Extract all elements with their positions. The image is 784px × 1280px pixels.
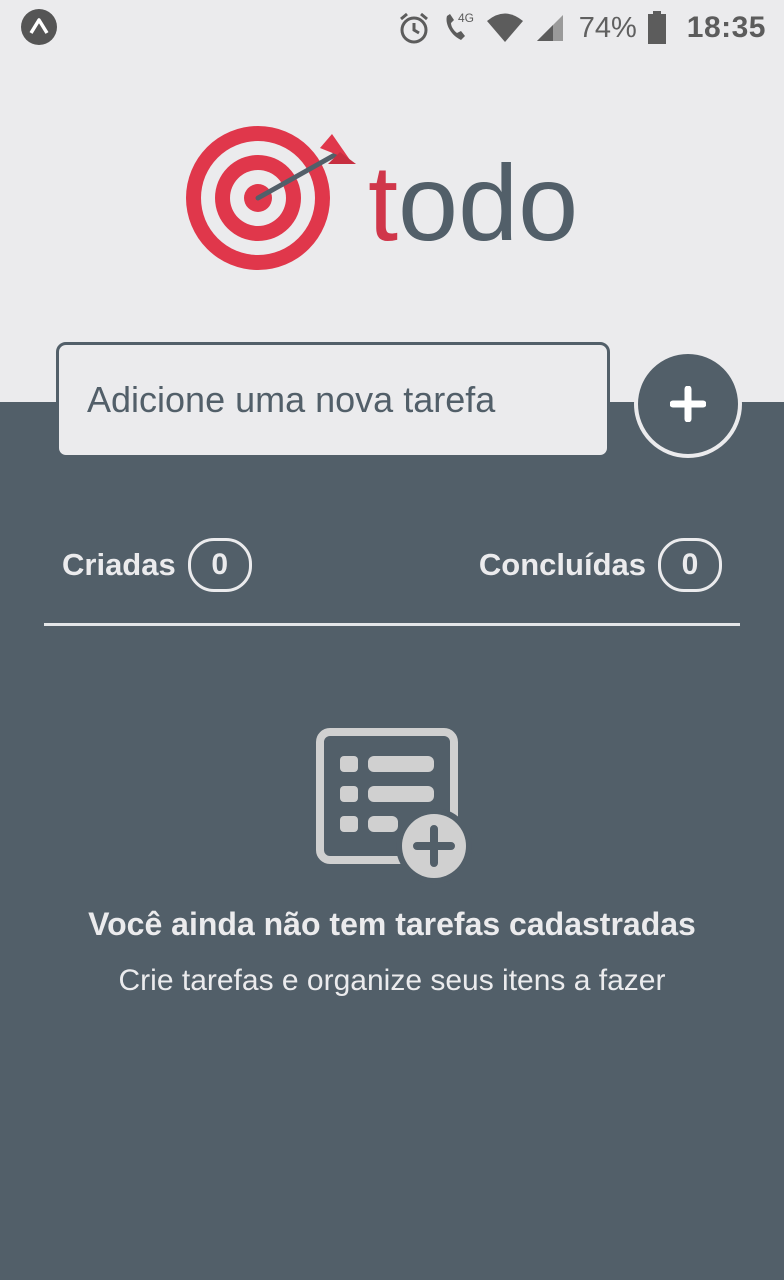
expo-icon [21, 9, 57, 45]
alarm-icon [399, 12, 428, 44]
created-count-badge: 0 [187, 538, 252, 592]
empty-state-title: Você ainda não tem tarefas cadastradas [88, 906, 696, 942]
battery-percent: 74% [578, 11, 637, 44]
network-type-label: 4G [458, 11, 474, 25]
clock-time: 18:35 [686, 11, 766, 44]
done-count-badge: 0 [658, 538, 722, 592]
plus-icon [670, 386, 706, 422]
status-bar: 4G 74% 18:35 [0, 0, 784, 56]
done-label: Concluídas [478, 547, 646, 582]
app-logo: todo [186, 126, 578, 270]
target-icon [186, 126, 356, 270]
created-counter: Criadas 0 [62, 538, 252, 592]
battery-icon [647, 11, 666, 44]
brand-wordmark: todo [368, 142, 578, 263]
volte-call-icon: 4G [446, 11, 474, 40]
done-counter: Concluídas 0 [479, 538, 722, 592]
add-task-button[interactable] [634, 350, 742, 458]
empty-state-subtitle: Crie tarefas e organize seus itens a faz… [118, 964, 666, 997]
wifi-icon [486, 13, 523, 42]
created-label: Criadas [62, 547, 176, 582]
task-list-add-icon [316, 728, 472, 884]
new-task-input[interactable] [56, 342, 610, 458]
signal-icon [536, 15, 563, 41]
divider [44, 623, 740, 626]
